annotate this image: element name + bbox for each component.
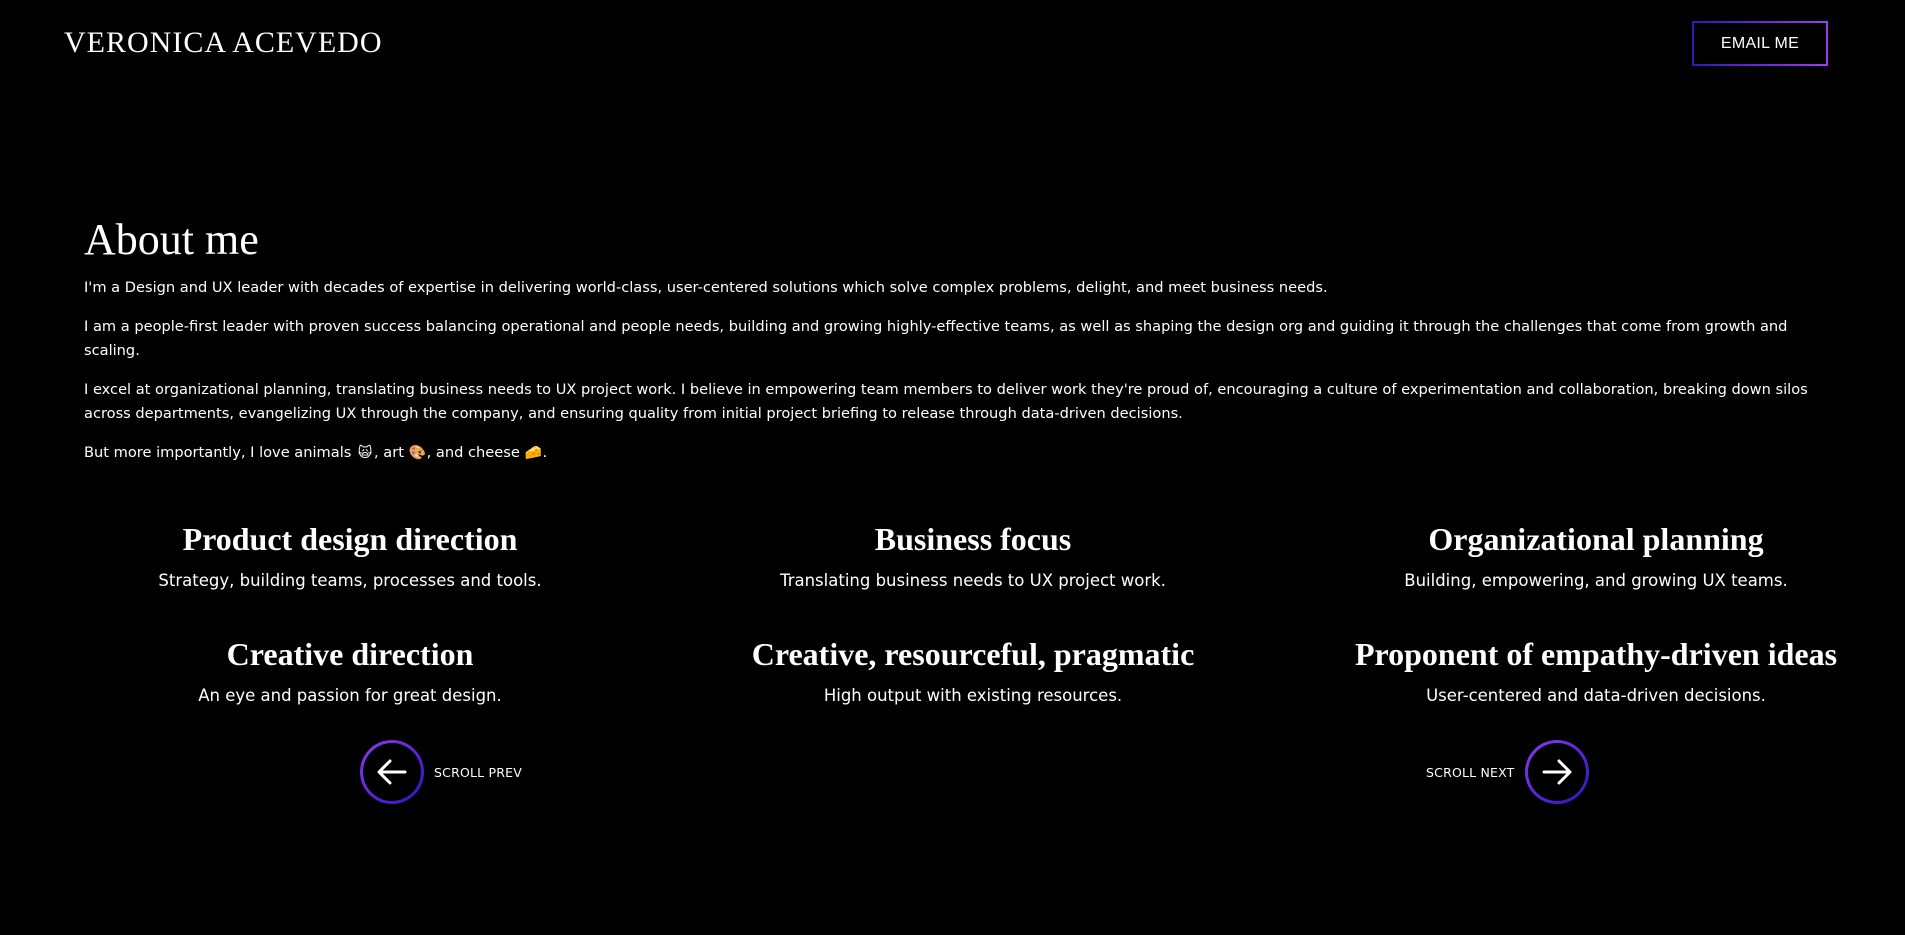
cheese-icon: 🧀 — [524, 445, 543, 461]
feature-desc: Strategy, building teams, processes and … — [158, 571, 542, 590]
fun-fact-art: , art — [374, 444, 404, 461]
email-me-button[interactable]: EMAIL ME — [1692, 21, 1828, 66]
scroll-prev-button[interactable]: SCROLL PREV — [360, 740, 522, 804]
scroll-next-button[interactable]: SCROLL NEXT — [1426, 740, 1589, 804]
feature-empathy-driven: Proponent of empathy-driven ideas User-c… — [1316, 635, 1876, 707]
feature-creative-direction: Creative direction An eye and passion fo… — [70, 635, 630, 707]
feature-desc: Translating business needs to UX project… — [780, 571, 1166, 590]
scroll-next-circle[interactable] — [1525, 740, 1589, 804]
arrow-left-icon — [377, 759, 407, 785]
site-title[interactable]: VERONICA ACEVEDO — [64, 26, 383, 60]
feature-organizational-planning: Organizational planning Building, empowe… — [1316, 520, 1876, 592]
page: VERONICA ACEVEDO EMAIL ME About me I'm a… — [0, 0, 1905, 935]
palette-icon: 🎨 — [408, 445, 427, 461]
feature-title: Creative, resourceful, pragmatic — [751, 636, 1195, 672]
about-paragraph-1: I'm a Design and UX leader with decades … — [84, 279, 1328, 296]
feature-desc: An eye and passion for great design. — [198, 686, 502, 705]
feature-title: Proponent of empathy-driven ideas — [1354, 636, 1838, 672]
feature-product-design: Product design direction Strategy, build… — [70, 520, 630, 592]
feature-desc: User-centered and data-driven decisions. — [1426, 686, 1766, 705]
fun-fact-end: . — [542, 444, 548, 461]
feature-desc: Building, empowering, and growing UX tea… — [1404, 571, 1788, 590]
feature-title: Product design direction — [182, 521, 518, 557]
about-paragraph-3: I excel at organizational planning, tran… — [84, 381, 1808, 422]
about-paragraph-2: I am a people-first leader with proven s… — [84, 318, 1788, 359]
about-section: About me I'm a Design and UX leader with… — [84, 214, 1824, 480]
feature-desc: High output with existing resources. — [823, 686, 1123, 705]
feature-title: Business focus — [874, 521, 1072, 557]
about-title: About me — [84, 215, 259, 264]
site-header: VERONICA ACEVEDO EMAIL ME — [0, 0, 1905, 86]
scroll-next-label[interactable]: SCROLL NEXT — [1426, 765, 1515, 780]
feature-title: Organizational planning — [1428, 521, 1764, 557]
feature-title: Creative direction — [226, 636, 474, 672]
scroll-prev-label[interactable]: SCROLL PREV — [434, 765, 522, 780]
scroll-prev-circle[interactable] — [360, 740, 424, 804]
about-fun-fact: But more importantly, I love animals 🙀, … — [84, 441, 1824, 465]
scream-cat-icon: 🙀 — [357, 445, 373, 461]
feature-business-focus: Business focus Translating business need… — [693, 520, 1253, 592]
fun-fact-cheese: , and cheese — [426, 444, 520, 461]
arrow-right-icon — [1542, 759, 1572, 785]
fun-fact-intro: But more importantly, I love animals — [84, 444, 352, 461]
feature-creative-resourceful: Creative, resourceful, pragmatic High ou… — [693, 635, 1253, 707]
